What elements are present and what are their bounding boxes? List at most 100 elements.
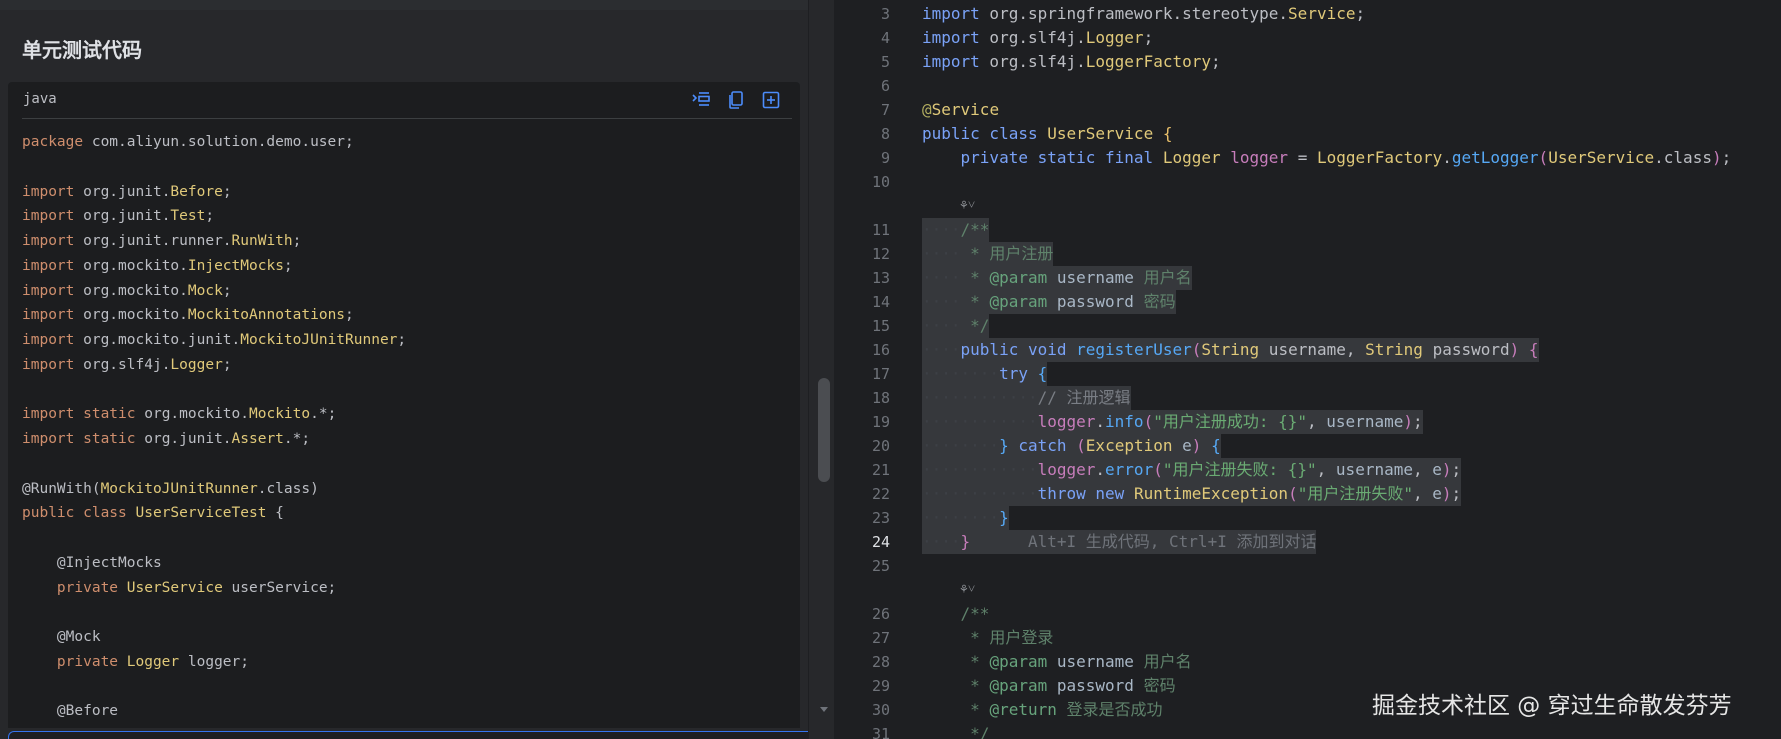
editor-line[interactable]: 24 ····} Alt+I 生成代码, Ctrl+I 添加到对话 <box>850 530 1781 554</box>
ai-codelens-icon[interactable]: ⚘˅ <box>960 578 975 602</box>
line-number: 13 <box>871 269 890 287</box>
line-text: ············// 注册逻辑 <box>922 386 1131 410</box>
panel-divider[interactable] <box>834 0 850 739</box>
editor-line[interactable]: 16 ····public void registerUser(String us… <box>850 338 1781 362</box>
editor-line[interactable]: 5 import org.slf4j.LoggerFactory; <box>850 50 1781 74</box>
editor-line[interactable]: 17 ········try { <box>850 362 1781 386</box>
line-text: ············logger.error("用户注册失败: {}", u… <box>922 458 1462 482</box>
ai-codelens-icon[interactable]: ⚘˅ <box>960 194 975 218</box>
code-line: import org.mockito.MockitoAnnotations; <box>22 303 792 328</box>
code-line: import static org.mockito.Mockito.*; <box>22 402 792 427</box>
code-token: InjectMocks <box>187 257 284 274</box>
code-token: * 用户注册 <box>960 244 1054 263</box>
line-number: 4 <box>880 29 890 47</box>
editor-line[interactable]: 14 ···· * @param password 密码 <box>850 290 1781 314</box>
editor-line[interactable]: 15 ···· */ <box>850 314 1781 338</box>
code-token: public class <box>22 505 127 522</box>
code-token: // 注册逻辑 <box>1037 388 1131 407</box>
code-token: Service <box>931 100 1000 119</box>
copy-icon[interactable] <box>725 89 747 111</box>
editor-line[interactable]: 7 @Service <box>850 98 1781 122</box>
line-text: @Service <box>922 98 999 122</box>
editor-line[interactable]: 3 import org.springframework.stereotype.S… <box>850 2 1781 26</box>
editor-line[interactable]: 13 ···· * @param username 用户名 <box>850 266 1781 290</box>
new-file-icon[interactable] <box>760 89 782 111</box>
editor-line[interactable]: 10 <box>850 170 1781 194</box>
code-token: /** <box>960 604 990 623</box>
editor-line[interactable]: 20 ········} catch (Exception e) { <box>850 434 1781 458</box>
scrollbar-thumb[interactable] <box>818 378 830 482</box>
code-token: private <box>56 653 119 670</box>
editor-line[interactable]: 23 ········} <box>850 506 1781 530</box>
code-token: @Mock <box>22 629 101 645</box>
code-token: registerUser <box>1076 340 1192 359</box>
line-number: 12 <box>871 245 890 263</box>
line-number: 10 <box>871 173 890 191</box>
editor-line[interactable]: 11 ····/** <box>850 218 1781 242</box>
editor-line[interactable]: 12 ···· * 用户注册 <box>850 242 1781 266</box>
code-token: .*; <box>283 431 311 447</box>
code-token: Logger <box>1162 148 1221 167</box>
editor-line[interactable]: 8 public class UserService { <box>850 122 1781 146</box>
code-token: ; <box>1451 484 1462 503</box>
editor-line[interactable]: 28 * @param username 用户名 <box>850 650 1781 674</box>
editor-line[interactable]: 27 * 用户登录 <box>850 626 1781 650</box>
line-text: ····/** <box>922 218 990 242</box>
code-editor[interactable]: 3 import org.springframework.stereotype.S… <box>850 0 1781 739</box>
line-text: ····} Alt+I 生成代码, Ctrl+I 添加到对话 <box>922 530 1317 554</box>
code-line: private UserService userService; <box>22 576 792 601</box>
line-number: 15 <box>871 317 890 335</box>
editor-line[interactable]: 22 ············throw new RuntimeException… <box>850 482 1781 506</box>
line-text: ···· * 用户注册 <box>922 242 1054 266</box>
code-token: password <box>1056 676 1134 695</box>
insert-code-icon[interactable] <box>690 89 712 111</box>
code-token: error <box>1105 460 1154 479</box>
code-line: package com.aliyun.solution.demo.user; <box>22 130 792 155</box>
code-token: * <box>922 676 990 695</box>
editor-line[interactable]: 9 private static final Logger logger = L… <box>850 146 1781 170</box>
editor-line[interactable]: 26 /** <box>850 602 1781 626</box>
editor-line[interactable]: 18 ············// 注册逻辑 <box>850 386 1781 410</box>
code-token: import <box>22 356 75 373</box>
code-token: ···· <box>922 220 961 239</box>
code-token: String <box>1365 340 1423 359</box>
editor-line[interactable]: 6 <box>850 74 1781 98</box>
code-token: { <box>266 505 284 522</box>
code-token: @param <box>989 652 1048 671</box>
code-token: .class) <box>257 480 319 497</box>
panel-scrollbar[interactable] <box>808 0 834 739</box>
code-token: ( <box>1538 148 1549 167</box>
code-token: import <box>922 28 980 47</box>
chat-input-edge[interactable] <box>8 731 820 739</box>
code-token: */ <box>960 316 990 335</box>
code-token: ; <box>397 332 407 348</box>
line-number: 29 <box>871 677 890 695</box>
editor-line[interactable]: 21 ············logger.error("用户注册失败: {}",… <box>850 458 1781 482</box>
line-number: 11 <box>871 221 890 239</box>
code-token: ············ <box>922 412 1038 431</box>
line-text: * @param username 用户名 <box>922 650 1191 674</box>
code-token: ········ <box>922 436 1000 455</box>
editor-line[interactable]: 31 */ <box>850 722 1781 739</box>
code-token: ) <box>1509 340 1520 359</box>
code-token: Assert <box>231 431 284 447</box>
code-token: e <box>1432 484 1442 503</box>
line-number: 30 <box>871 701 890 719</box>
editor-line[interactable]: 4 import org.slf4j.Logger; <box>850 26 1781 50</box>
editor-line[interactable]: 25 <box>850 554 1781 578</box>
scroll-down-icon[interactable] <box>818 700 830 712</box>
editor-line[interactable]: 19 ············logger.info("用户注册成功: {}", … <box>850 410 1781 434</box>
codelens-row: ⚘˅ <box>850 578 1781 602</box>
line-number: 16 <box>871 341 890 359</box>
code-token: } <box>999 508 1009 527</box>
code-token: 用户名 <box>1133 268 1192 287</box>
